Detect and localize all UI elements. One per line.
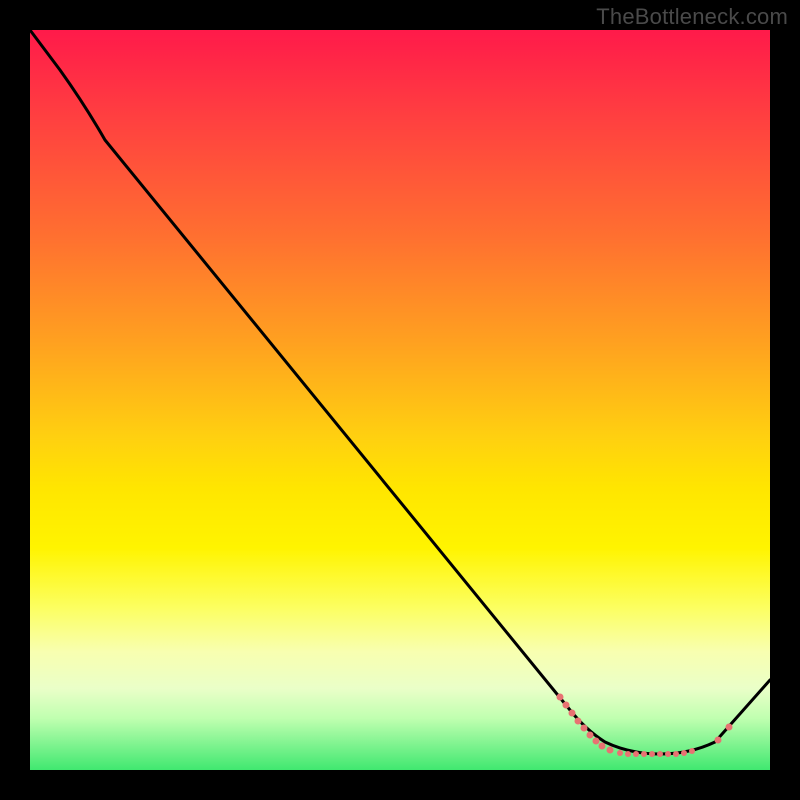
bottleneck-curve [30,30,770,770]
watermark-text: TheBottleneck.com [596,4,788,30]
curve-path [30,30,770,754]
highlight-dots-left [557,694,614,754]
chart-frame: TheBottleneck.com [0,0,800,800]
plot-area [30,30,770,770]
